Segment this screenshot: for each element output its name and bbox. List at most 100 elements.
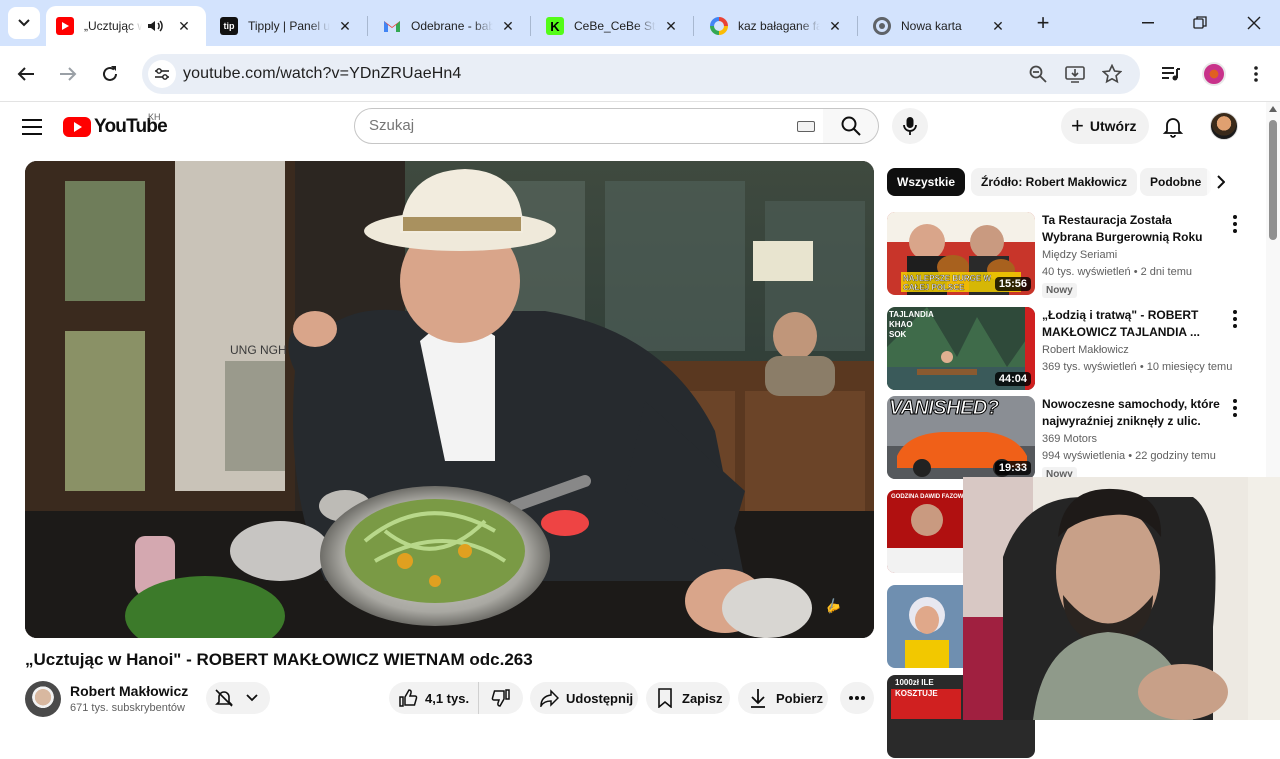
close-tab-icon[interactable]: ✕: [498, 16, 518, 36]
tab-gmail[interactable]: Odebrane - babyface ✕: [383, 6, 531, 46]
download-label: Pobierz: [776, 690, 823, 706]
tab-tipply[interactable]: tip Tipply | Panel użytkownika ✕: [220, 6, 368, 46]
close-tab-icon[interactable]: ✕: [335, 16, 355, 36]
save-label: Zapisz: [682, 690, 723, 706]
tab-title: kaz bałagane face: [738, 19, 820, 33]
back-button[interactable]: [10, 58, 42, 90]
save-button[interactable]: Zapisz: [646, 682, 730, 714]
zoom-icon[interactable]: [1026, 62, 1050, 86]
channel-name[interactable]: Między Seriami: [1042, 249, 1117, 261]
bell-off-icon: [213, 687, 235, 709]
keyboard-icon[interactable]: [797, 121, 815, 132]
chevron-down-icon: [241, 687, 263, 709]
tab-search-button[interactable]: [8, 7, 40, 39]
thumbs-up-icon: [397, 687, 419, 709]
close-tab-icon[interactable]: ✕: [174, 16, 194, 36]
close-tab-icon[interactable]: ✕: [825, 16, 845, 36]
recommended-video[interactable]: NAJLEPSZE BURGE W CAŁEJ POLSCE 15:56 Ta …: [887, 212, 1247, 298]
bookmark-icon: [654, 687, 676, 709]
webcam-feed: [963, 477, 1280, 720]
share-icon: [538, 687, 560, 709]
video-meta: 40 tys. wyświetleń • 2 dni temu: [1042, 266, 1192, 278]
arrow-right-icon: [60, 67, 77, 81]
voice-search-button[interactable]: [892, 108, 928, 144]
minimize-button[interactable]: [1128, 8, 1168, 38]
channel-name[interactable]: Robert Makłowicz: [70, 683, 188, 699]
tab-title: CeBe_CeBe Stream: [574, 19, 656, 33]
thumbs-down-icon: [490, 687, 512, 709]
account-avatar[interactable]: [1210, 112, 1238, 140]
create-label: Utwórz: [1089, 118, 1137, 134]
more-vert-icon[interactable]: [1227, 309, 1243, 329]
install-app-icon[interactable]: [1063, 62, 1087, 86]
bookmark-star-icon[interactable]: [1100, 62, 1124, 86]
chip-related[interactable]: Podobne: [1140, 168, 1212, 196]
url-text[interactable]: youtube.com/watch?v=YDnZRUaeHn4: [183, 65, 461, 83]
tab-new[interactable]: Nowa karta ✕: [873, 6, 1011, 46]
video-player[interactable]: UNG NGH ✍: [25, 161, 874, 638]
search-button[interactable]: [823, 108, 879, 144]
restore-button[interactable]: [1180, 8, 1220, 38]
video-title[interactable]: Ta Restauracja Została Wybrana Burgerown…: [1042, 212, 1222, 246]
video-thumbnail[interactable]: NAJLEPSZE BURGE W CAŁEJ POLSCE 15:56: [887, 212, 1035, 295]
video-duration: 19:33: [994, 461, 1031, 475]
video-title[interactable]: „Łodzią i tratwą" - ROBERT MAKŁOWICZ TAJ…: [1042, 307, 1222, 341]
video-title: „Ucztując w Hanoi" - ROBERT MAKŁOWICZ WI…: [25, 650, 533, 669]
channel-avatar[interactable]: [25, 681, 61, 717]
download-button[interactable]: Pobierz: [738, 682, 828, 714]
subscribed-notifications-button[interactable]: [206, 682, 270, 714]
youtube-icon: [56, 17, 74, 35]
more-vert-icon[interactable]: [1227, 214, 1243, 234]
channel-name[interactable]: 369 Motors: [1042, 433, 1097, 445]
dislike-button[interactable]: [479, 682, 523, 714]
video-title[interactable]: Nowoczesne samochody, które najwyraźniej…: [1042, 396, 1222, 430]
tab-youtube[interactable]: „Ucztując w Hanoi" - ROBERT MAKŁOWICZ WI…: [46, 6, 206, 46]
share-button[interactable]: Udostępnij: [530, 682, 638, 714]
forward-button[interactable]: [52, 58, 84, 90]
media-controls-button[interactable]: [1155, 58, 1187, 90]
search-icon: [841, 116, 861, 136]
chips-next-button[interactable]: [1207, 168, 1235, 196]
more-vert-icon[interactable]: [1227, 398, 1243, 418]
close-tab-icon[interactable]: ✕: [988, 16, 1008, 36]
menu-icon[interactable]: [20, 114, 44, 138]
recommended-video[interactable]: TAJLANDIA KHAO SOK 44:04 „Łodzią i tratw…: [887, 307, 1247, 391]
more-actions-button[interactable]: [840, 682, 874, 714]
like-button[interactable]: 4,1 tys.: [389, 682, 479, 714]
search-input[interactable]: [369, 117, 769, 134]
new-badge: Nowy: [1042, 283, 1077, 298]
youtube-logo[interactable]: YouTube KH: [63, 112, 168, 138]
new-tab-button[interactable]: +: [1030, 10, 1056, 36]
like-dislike-group: 4,1 tys.: [389, 682, 523, 714]
close-tab-icon[interactable]: ✕: [661, 16, 681, 36]
chip-all[interactable]: Wszystkie: [887, 168, 966, 196]
thumbnail-text: 1000zł ILE KOSZTUJE: [895, 678, 938, 698]
chevron-down-icon: [18, 19, 30, 27]
search-box: [354, 108, 824, 144]
reload-icon: [103, 66, 117, 81]
video-thumbnail[interactable]: VANISHED? 19:33: [887, 396, 1035, 479]
tab-kick[interactable]: K CeBe_CeBe Stream ✕: [546, 6, 694, 46]
notifications-bell-icon[interactable]: [1161, 114, 1185, 138]
video-thumbnail[interactable]: TAJLANDIA KHAO SOK 44:04: [887, 307, 1035, 390]
download-icon: [747, 687, 769, 709]
site-settings-icon[interactable]: [148, 60, 176, 88]
profile-button[interactable]: [1198, 58, 1230, 90]
gmail-icon: [383, 17, 401, 35]
address-bar[interactable]: youtube.com/watch?v=YDnZRUaeHn4: [142, 54, 1140, 94]
tab-title: „Ucztując w Hanoi" - ROBERT MAKŁOWICZ WI…: [84, 19, 142, 33]
channel-name[interactable]: Robert Makłowicz: [1042, 344, 1129, 356]
tab-google[interactable]: kaz bałagane face ✕: [710, 6, 858, 46]
plus-icon: +: [1071, 113, 1084, 138]
thumbnail-text: GODZINA DAWID FAZOWS: [891, 494, 968, 500]
create-button[interactable]: + Utwórz: [1061, 108, 1149, 144]
youtube-play-icon: [63, 117, 91, 137]
close-window-button[interactable]: [1234, 8, 1274, 38]
more-horiz-icon: [846, 687, 868, 709]
chip-source[interactable]: Źródło: Robert Makłowicz: [971, 168, 1138, 196]
recommended-video[interactable]: VANISHED? 19:33 Nowoczesne samochody, kt…: [887, 396, 1247, 482]
reload-button[interactable]: [94, 58, 126, 90]
browser-menu-button[interactable]: [1240, 58, 1272, 90]
like-count: 4,1 tys.: [425, 690, 470, 706]
speaker-icon[interactable]: [146, 17, 164, 38]
